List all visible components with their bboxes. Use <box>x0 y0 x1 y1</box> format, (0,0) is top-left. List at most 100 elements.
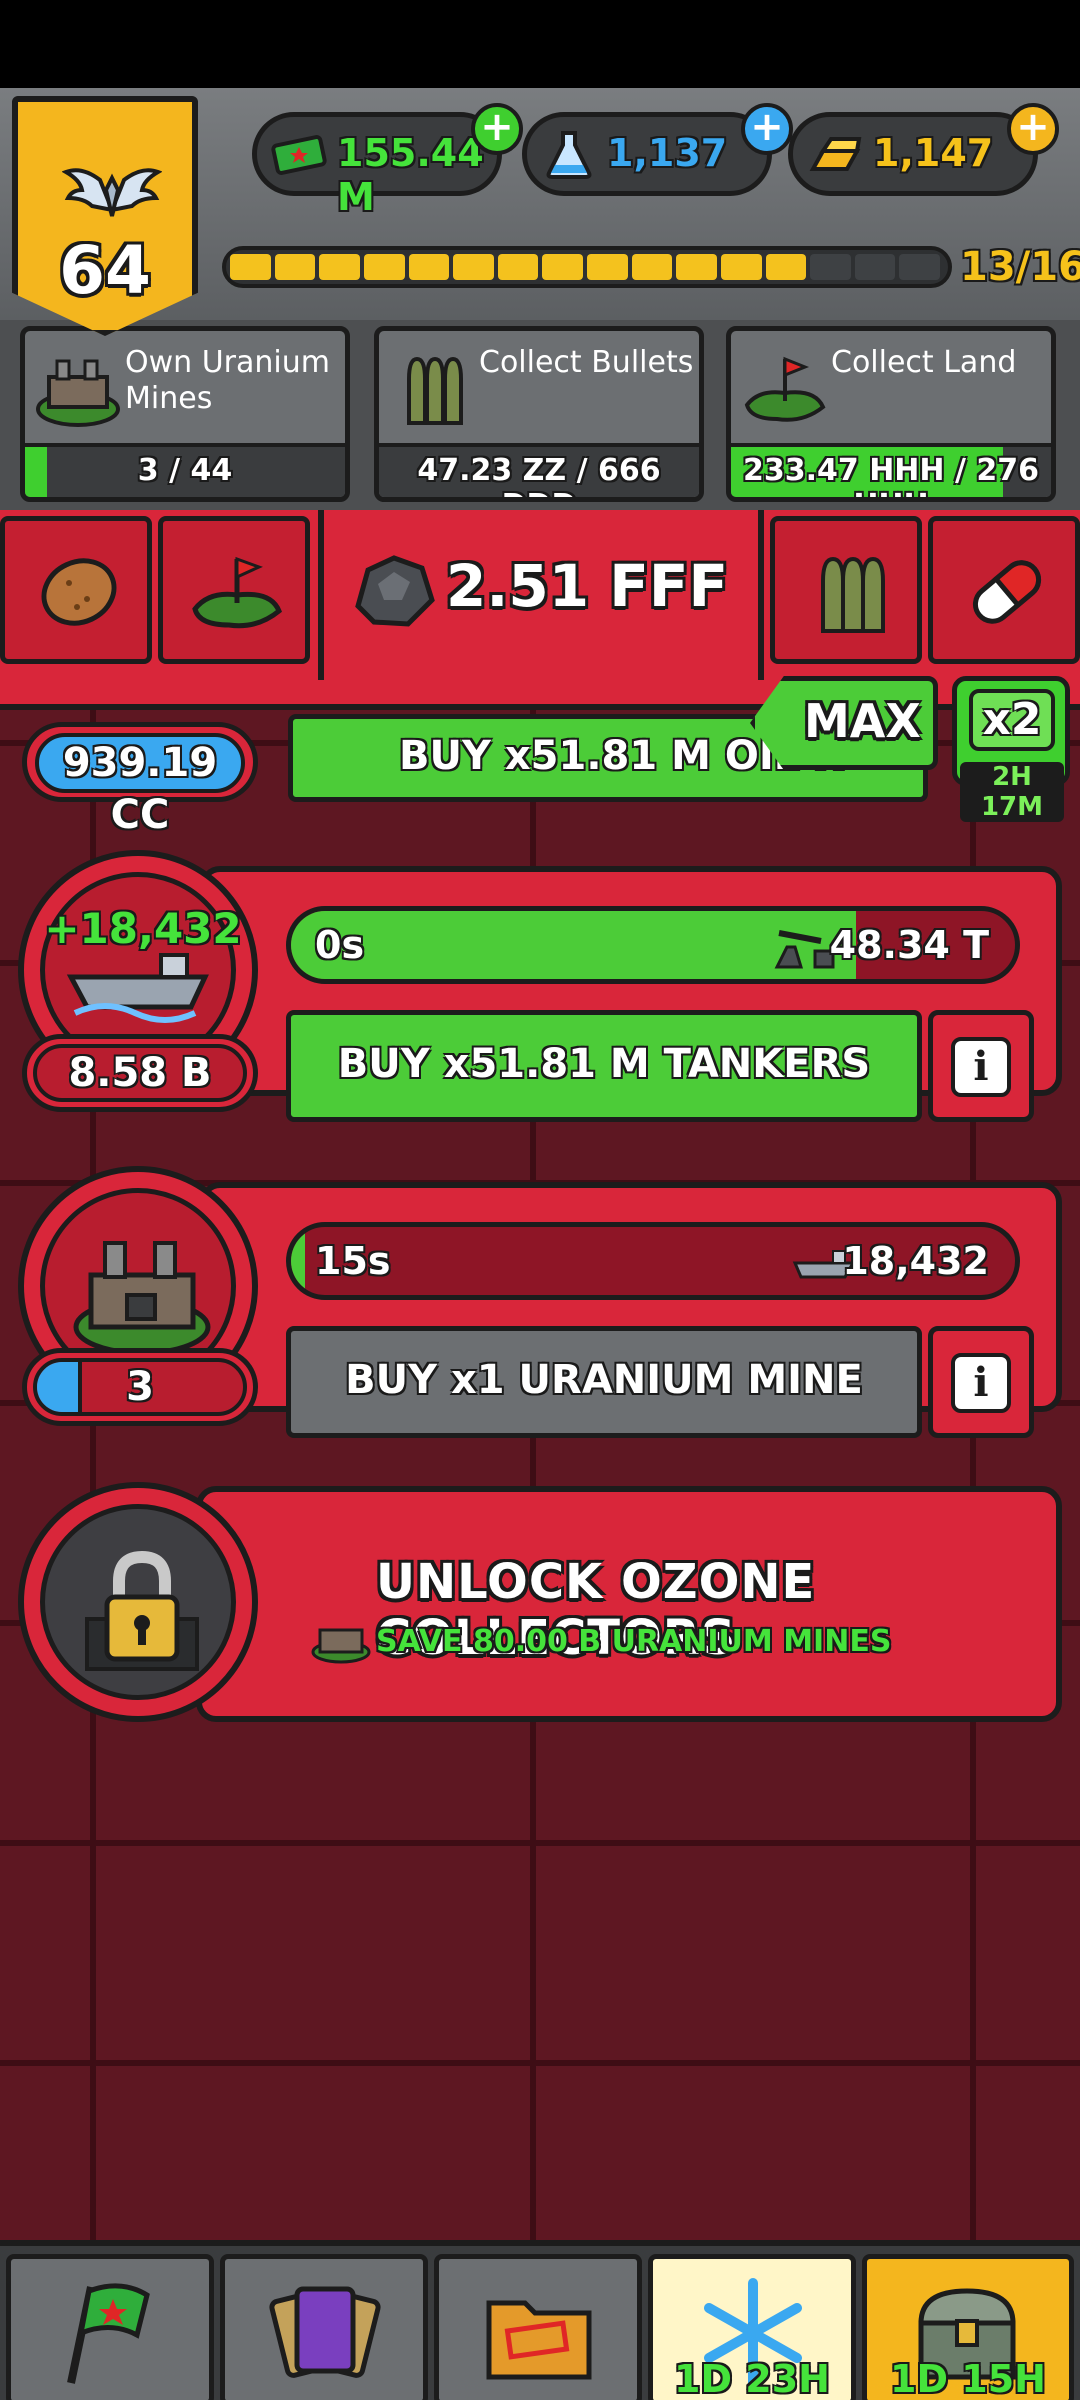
level-progress-bar <box>222 246 952 288</box>
quest-card-bullets[interactable]: Collect Bullets 47.23 ZZ / 666 DDD <box>374 326 704 502</box>
level-progress-segment <box>676 254 717 280</box>
science-value: 1,137 <box>607 131 728 175</box>
add-gold-button[interactable]: + <box>1007 103 1059 155</box>
land-flag-icon <box>744 356 826 422</box>
buy-uranium-label: BUY x1 URANIUM MINE <box>345 1357 863 1403</box>
rank-banner[interactable]: 64 <box>12 96 198 336</box>
tab-land[interactable] <box>158 516 310 664</box>
uranium-timer: 15s <box>315 1239 391 1283</box>
info-icon: i <box>951 1353 1011 1413</box>
ore-icon <box>355 555 435 627</box>
tankers-count: 8.58 B <box>68 1050 212 1096</box>
nav-cards[interactable] <box>220 2254 428 2400</box>
nav-intel[interactable] <box>434 2254 642 2400</box>
winter-event-timer: 1D 23H <box>674 2357 830 2400</box>
level-progress-segment <box>854 254 896 280</box>
level-progress-segment <box>230 254 271 280</box>
nav-winter-event[interactable]: 1D 23H <box>648 2254 856 2400</box>
oil-amount-pill: 939.19 CC <box>22 722 258 838</box>
buy-tankers-button[interactable]: BUY x51.81 M TANKERS <box>286 1010 922 1122</box>
quest-card-land[interactable]: Collect Land 233.47 HHH / 276 HHH <box>726 326 1056 502</box>
flask-icon <box>546 131 592 179</box>
level-progress-segment <box>810 254 851 280</box>
uranium-progress-fill <box>291 1227 306 1295</box>
cash-resource[interactable]: 155.44 M + <box>252 103 523 219</box>
level-progress-segment <box>587 254 628 280</box>
add-science-button[interactable]: + <box>741 103 793 155</box>
ozone-portrait <box>18 1482 258 1722</box>
chest-timer: 1D 15H <box>890 2357 1046 2400</box>
quest-progress-bar: 47.23 ZZ / 666 DDD <box>379 443 699 497</box>
status-bar <box>0 0 1080 88</box>
info-icon: i <box>951 1037 1011 1097</box>
uranium-count: 3 <box>126 1364 154 1410</box>
quest-progress-bar: 233.47 HHH / 276 HHH <box>731 443 1051 497</box>
level-progress-segment <box>765 254 807 280</box>
quest-title: Collect Bullets <box>479 345 694 380</box>
active-resource-value: 2.51 FFF <box>446 552 729 620</box>
level-progress-segment <box>542 254 583 280</box>
tankers-progress-bar: 0s 48.34 T <box>286 906 1020 984</box>
level-progress-text: 13/16 <box>960 244 1080 290</box>
tankers-production: +18,432 <box>44 904 242 953</box>
tankers-count-pill: 8.58 B <box>22 1034 258 1112</box>
uranium-count-pill: 3 <box>22 1348 258 1426</box>
nav-missions[interactable] <box>6 2254 214 2400</box>
level-progress-segment <box>408 254 450 280</box>
flag-icon <box>67 2283 150 2384</box>
tab-potato[interactable] <box>0 516 152 664</box>
cards-icon <box>269 2286 381 2378</box>
quest-title: Collect Land <box>831 345 1017 380</box>
level-progress-segment <box>899 254 940 280</box>
padlock-icon <box>85 1550 199 1671</box>
level-progress-segment <box>319 254 360 280</box>
ozone-portrait-inner <box>40 1504 236 1700</box>
quest-progress-value: 233.47 HHH / 276 HHH <box>742 453 1039 497</box>
tab-pills[interactable] <box>928 516 1080 664</box>
quest-card-uranium[interactable]: Own Uranium Mines 3 / 44 <box>20 326 350 502</box>
buy-tankers-label: BUY x51.81 M TANKERS <box>337 1041 871 1087</box>
tankers-revenue: 48.34 T <box>829 923 989 967</box>
add-cash-button[interactable]: + <box>471 103 523 155</box>
gold-value: 1,147 <box>873 131 994 175</box>
uranium-revenue: 18,432 <box>842 1239 989 1283</box>
uranium-mine-icon <box>36 359 120 427</box>
quest-title: Own Uranium Mines <box>125 345 330 416</box>
science-resource[interactable]: 1,137 + <box>522 103 793 196</box>
tankers-timer: 0s <box>315 923 365 967</box>
oil-pump-icon <box>774 930 835 969</box>
quest-progress-bar: 3 / 44 <box>25 443 345 497</box>
x2-label: x2 <box>969 689 1055 751</box>
max-label: MAX <box>804 694 921 748</box>
uranium-progress-bar: 15s 18,432 <box>286 1222 1020 1300</box>
ozone-unlock-cost: SAVE 80.00 B URANIUM MINES <box>376 1624 892 1659</box>
cash-value: 155.44 M <box>337 131 484 219</box>
uranium-mine-icon <box>73 1241 211 1356</box>
nav-chest[interactable]: 1D 15H <box>862 2254 1074 2400</box>
wings-icon <box>62 168 162 217</box>
quest-progress-value: 3 / 44 <box>137 453 233 488</box>
level-progress-segment <box>631 254 673 280</box>
cash-icon <box>271 135 327 175</box>
tankers-info-button[interactable]: i <box>928 1010 1034 1122</box>
quest-row: Own Uranium Mines 3 / 44 Collect Bullets… <box>0 320 1080 510</box>
level-progress-segment <box>274 254 316 280</box>
oil-amount: 939.19 CC <box>35 733 245 838</box>
bottom-nav: 1D 23H 1D 15H <box>0 2240 1080 2400</box>
buy-uranium-button[interactable]: BUY x1 URANIUM MINE <box>286 1326 922 1438</box>
bullets-icon <box>407 356 463 425</box>
gold-bar-icon <box>809 137 862 171</box>
x2-timer: 2H 17M <box>960 762 1064 822</box>
uranium-count-inner: 3 <box>33 1358 247 1416</box>
gold-resource[interactable]: 1,147 + <box>788 103 1059 196</box>
player-level: 64 <box>59 232 151 309</box>
tab-bullets[interactable] <box>770 516 922 664</box>
level-progress-segment <box>363 254 405 280</box>
level-progress-segment <box>497 254 539 280</box>
folder-icon <box>486 2300 592 2380</box>
uranium-mine-icon <box>311 1628 371 1664</box>
quest-progress-value: 47.23 ZZ / 666 DDD <box>417 453 661 497</box>
bullets-icon <box>821 556 885 633</box>
land-flag-icon <box>192 556 283 629</box>
uranium-info-button[interactable]: i <box>928 1326 1034 1438</box>
